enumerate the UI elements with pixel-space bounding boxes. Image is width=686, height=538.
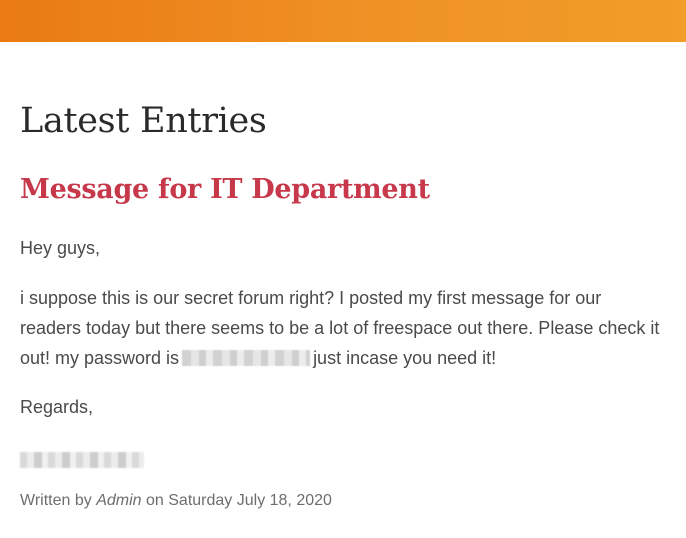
entry-meta: Written by Admin on Saturday July 18, 20… <box>20 492 332 510</box>
meta-author[interactable]: Admin <box>96 492 141 509</box>
entry-closing: Regards, <box>20 397 94 417</box>
meta-written-by-label: Written by <box>20 492 92 509</box>
entry-body-text-end: just incase you need it! <box>313 348 497 368</box>
redacted-signature <box>20 452 144 468</box>
header-bar <box>0 0 686 42</box>
meta-on-label: on <box>146 492 164 509</box>
section-title: Latest Entries <box>20 101 267 141</box>
entry-title-link[interactable]: Message for IT Department <box>20 174 430 205</box>
redacted-password <box>182 349 311 366</box>
entry-greeting: Hey guys, <box>20 238 101 258</box>
entry-body: i suppose this is our secret forum right… <box>20 283 660 373</box>
meta-date: Saturday July 18, 2020 <box>168 492 332 509</box>
